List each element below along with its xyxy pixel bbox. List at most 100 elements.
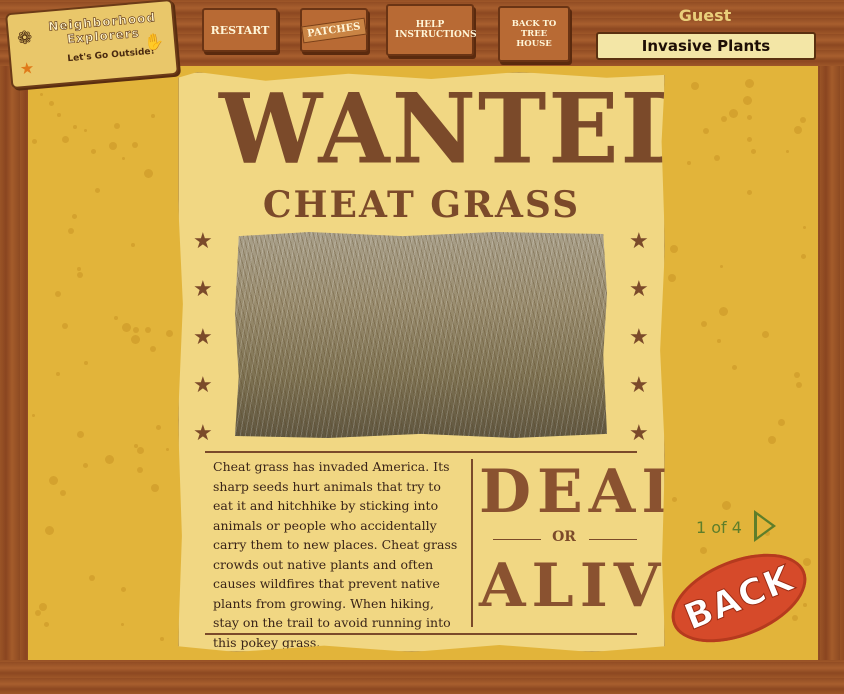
patches-button[interactable]: PATCHES	[300, 8, 368, 52]
sand-speck	[778, 419, 785, 426]
next-arrow-icon[interactable]	[754, 510, 776, 542]
sand-speck	[745, 79, 754, 88]
sand-speck	[672, 497, 677, 502]
sand-speck	[84, 129, 87, 132]
user-name: Guest	[678, 6, 732, 25]
sand-speck	[62, 136, 69, 143]
star-icon: ★	[629, 229, 649, 254]
star-icon: ★	[193, 277, 213, 302]
sand-speck	[133, 327, 139, 333]
paw-icon: ❁	[16, 27, 34, 50]
sand-speck	[109, 142, 117, 150]
sand-speck	[132, 142, 138, 148]
sand-speck	[32, 139, 37, 144]
restart-label: RESTART	[210, 23, 270, 37]
sand-speck	[121, 587, 126, 592]
star-icon: ★	[193, 421, 213, 446]
sand-speck	[156, 425, 161, 430]
sand-speck	[751, 149, 756, 154]
star-icon: ★	[193, 373, 213, 398]
sand-speck	[77, 272, 83, 278]
sand-speck	[729, 109, 738, 118]
divider	[589, 539, 637, 540]
sand-speck	[747, 190, 752, 195]
sand-speck	[121, 623, 124, 626]
wanted-poster: WANTED CHEAT GRASS ★ ★ ★ ★ ★ ★ ★ ★ ★ ★ C…	[178, 72, 665, 652]
divider	[205, 633, 637, 635]
sand-speck	[144, 169, 153, 178]
divider	[471, 459, 473, 627]
tree-house-button[interactable]: BACK TO TREE HOUSE	[498, 6, 570, 62]
sand-speck	[131, 335, 140, 344]
sand-speck	[151, 114, 155, 118]
sand-speck	[794, 372, 800, 378]
help-button[interactable]: HELP INSTRUCTIONS	[386, 4, 477, 56]
section-title-text: Invasive Plants	[641, 37, 771, 55]
sand-speck	[91, 149, 96, 154]
star-icon: ★	[629, 373, 649, 398]
sand-speck	[792, 615, 798, 621]
cheat-grass-photo	[235, 232, 607, 438]
page-indicator: 1 of 4	[696, 518, 742, 537]
sand-speck	[105, 455, 114, 464]
sand-speck	[768, 436, 776, 444]
sand-speck	[57, 113, 61, 117]
star-icon: ★	[193, 325, 213, 350]
sand-speck	[122, 323, 131, 332]
sand-speck	[49, 101, 54, 106]
sand-speck	[60, 490, 66, 496]
sand-speck	[160, 637, 164, 641]
sand-speck	[687, 161, 691, 165]
app-logo[interactable]: ❁ Neighborhood Explorers ★ Let's Go Outs…	[5, 0, 179, 90]
sand-speck	[77, 267, 81, 271]
star-icon: ★	[193, 229, 213, 254]
handprint-icon: ✋	[143, 31, 165, 53]
sand-speck	[722, 501, 731, 510]
divider	[205, 451, 637, 453]
star-icon: ★	[629, 277, 649, 302]
star-icon: ★	[629, 325, 649, 350]
sand-speck	[40, 93, 43, 96]
sand-speck	[150, 346, 156, 352]
dead-text: DEAD	[479, 457, 700, 527]
sand-speck	[670, 245, 678, 253]
sand-speck	[73, 125, 77, 129]
sand-speck	[701, 321, 707, 327]
sand-speck	[732, 365, 737, 370]
sand-speck	[794, 126, 802, 134]
sand-speck	[35, 610, 41, 616]
sand-speck	[72, 214, 77, 219]
poster-heading: WANTED	[219, 72, 703, 186]
poster-subject: CHEAT GRASS	[262, 184, 581, 226]
sand-speck	[68, 228, 74, 234]
sand-speck	[747, 115, 752, 120]
sand-speck	[134, 444, 138, 448]
restart-button[interactable]: RESTART	[202, 8, 278, 52]
sand-speck	[720, 265, 723, 268]
help-label: HELP INSTRUCTIONS	[395, 20, 477, 40]
bottom-bar	[0, 660, 844, 694]
sand-speck	[84, 361, 88, 365]
sand-speck	[801, 254, 806, 259]
sand-speck	[49, 476, 58, 485]
sand-speck	[691, 82, 699, 90]
sand-speck	[89, 575, 95, 581]
sand-speck	[800, 117, 806, 123]
sand-speck	[668, 274, 676, 282]
sand-speck	[131, 243, 135, 247]
sand-speck	[95, 188, 100, 193]
sand-speck	[55, 291, 61, 297]
sand-speck	[747, 137, 752, 142]
poster-description: Cheat grass has invaded America. Its sha…	[213, 459, 458, 650]
tree-house-label: BACK TO TREE HOUSE	[511, 19, 557, 49]
sand-speck	[145, 327, 151, 333]
sand-speck	[122, 157, 125, 160]
sand-speck	[703, 128, 709, 134]
sand-speck	[803, 558, 811, 566]
star-icon: ★	[629, 421, 649, 446]
sand-speck	[786, 150, 789, 153]
sand-speck	[803, 603, 807, 607]
sand-speck	[700, 547, 707, 554]
sand-speck	[114, 316, 118, 320]
sand-speck	[56, 372, 60, 376]
